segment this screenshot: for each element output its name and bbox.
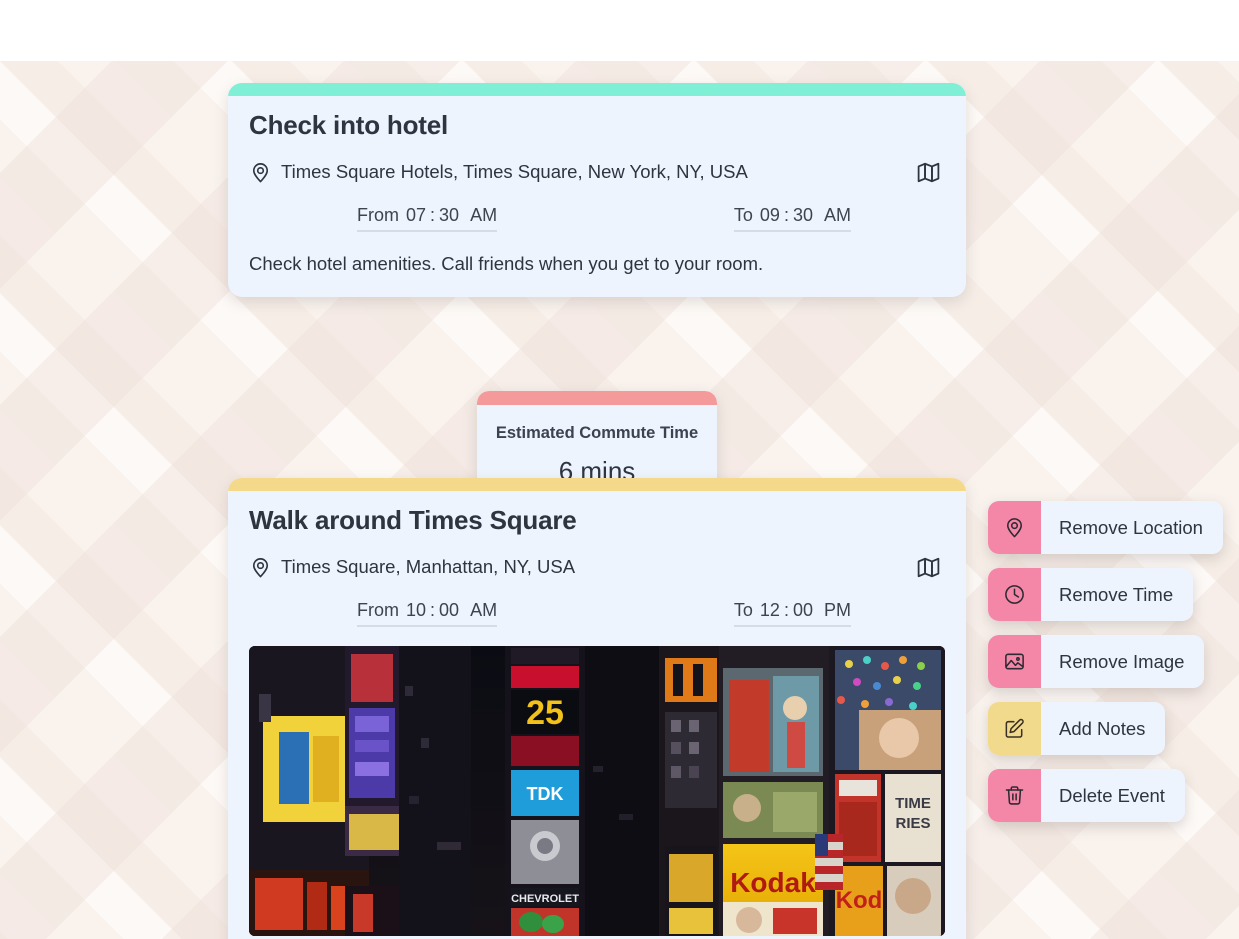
page-content: Check into hotel Times Square Hotels, Ti… — [0, 61, 1239, 939]
from-minute[interactable]: 30 — [439, 205, 459, 226]
add-notes-button[interactable]: Add Notes — [988, 702, 1166, 755]
time-separator: : — [430, 205, 436, 225]
event-description[interactable]: Check hotel amenities. Call friends when… — [249, 253, 945, 275]
event-title: Walk around Times Square — [249, 505, 577, 535]
event-time-row: From 10 : 00 AM To 12 : 00 PM — [249, 600, 945, 627]
svg-text:RIES: RIES — [895, 815, 930, 832]
card-accent-bar — [228, 478, 966, 491]
from-hour[interactable]: 10 — [406, 600, 426, 621]
commute-label: Estimated Commute Time — [495, 424, 699, 442]
time-field-to[interactable]: To 12 : 00 PM — [733, 600, 851, 627]
add-notes-label: Add Notes — [1041, 702, 1166, 755]
map-pin-icon — [249, 556, 272, 579]
to-minute[interactable]: 00 — [793, 600, 813, 621]
to-hour[interactable]: 12 — [760, 600, 780, 621]
remove-time-button[interactable]: Remove Time — [988, 568, 1194, 621]
map-pin-icon — [249, 161, 272, 184]
clock-icon — [988, 568, 1041, 621]
commute-accent-bar — [477, 391, 717, 405]
remove-image-label: Remove Image — [1041, 635, 1205, 688]
event-location-row: Times Square, Manhattan, NY, USA — [249, 550, 945, 584]
event-card-check-into-hotel[interactable]: Check into hotel Times Square Hotels, Ti… — [228, 83, 966, 297]
delete-event-button[interactable]: Delete Event — [988, 769, 1185, 822]
map-pin-icon — [988, 501, 1041, 554]
to-label: To — [733, 600, 753, 620]
time-field-from[interactable]: From 07 : 30 AM — [357, 205, 498, 232]
time-separator: : — [430, 600, 436, 620]
to-meridiem[interactable]: AM — [824, 205, 851, 226]
from-hour[interactable]: 07 — [406, 205, 426, 226]
time-separator: : — [783, 600, 789, 620]
map-icon[interactable] — [911, 155, 945, 189]
remove-time-label: Remove Time — [1041, 568, 1194, 621]
from-meridiem[interactable]: AM — [470, 205, 497, 226]
event-location-text: Times Square Hotels, Times Square, New Y… — [281, 161, 748, 182]
event-actions-panel: Remove Location Remove Time Remove Image… — [988, 501, 1223, 822]
event-location-row: Times Square Hotels, Times Square, New Y… — [249, 155, 945, 189]
to-label: To — [733, 205, 753, 225]
app-topbar — [0, 0, 1239, 61]
event-title: Check into hotel — [249, 110, 449, 140]
svg-text:Kodak: Kodak — [730, 867, 816, 898]
from-meridiem[interactable]: AM — [470, 600, 497, 621]
to-hour[interactable]: 09 — [760, 205, 780, 226]
trash-icon — [988, 769, 1041, 822]
event-image[interactable]: 25 TDK CHEVROLET Kodak TIME RIES Kod — [249, 646, 945, 936]
svg-text:TIME: TIME — [895, 795, 931, 812]
remove-location-label: Remove Location — [1041, 501, 1223, 554]
time-field-from[interactable]: From 10 : 00 AM — [357, 600, 498, 627]
time-field-to[interactable]: To 09 : 30 AM — [733, 205, 851, 232]
remove-location-button[interactable]: Remove Location — [988, 501, 1223, 554]
time-separator: : — [783, 205, 789, 225]
svg-text:TDK: TDK — [527, 784, 564, 804]
card-body: Check into hotel Times Square Hotels, Ti… — [228, 96, 966, 297]
map-icon[interactable] — [911, 550, 945, 584]
page-background: Check into hotel Times Square Hotels, Ti… — [0, 61, 1239, 939]
edit-icon — [988, 702, 1041, 755]
from-minute[interactable]: 00 — [439, 600, 459, 621]
delete-event-label: Delete Event — [1041, 769, 1185, 822]
from-label: From — [357, 205, 399, 225]
svg-text:CHEVROLET: CHEVROLET — [511, 893, 579, 905]
to-meridiem[interactable]: PM — [824, 600, 851, 621]
card-body: Walk around Times Square Times Square, M… — [228, 491, 966, 939]
remove-image-button[interactable]: Remove Image — [988, 635, 1205, 688]
event-time-row: From 07 : 30 AM To 09 : 30 AM — [249, 205, 945, 232]
from-label: From — [357, 600, 399, 620]
svg-text:Kod: Kod — [836, 887, 883, 914]
event-location-text: Times Square, Manhattan, NY, USA — [281, 556, 576, 577]
svg-text:25: 25 — [526, 694, 564, 732]
event-card-walk-around-times-square[interactable]: Walk around Times Square Times Square, M… — [228, 478, 966, 939]
card-accent-bar — [228, 83, 966, 96]
image-icon — [988, 635, 1041, 688]
to-minute[interactable]: 30 — [793, 205, 813, 226]
